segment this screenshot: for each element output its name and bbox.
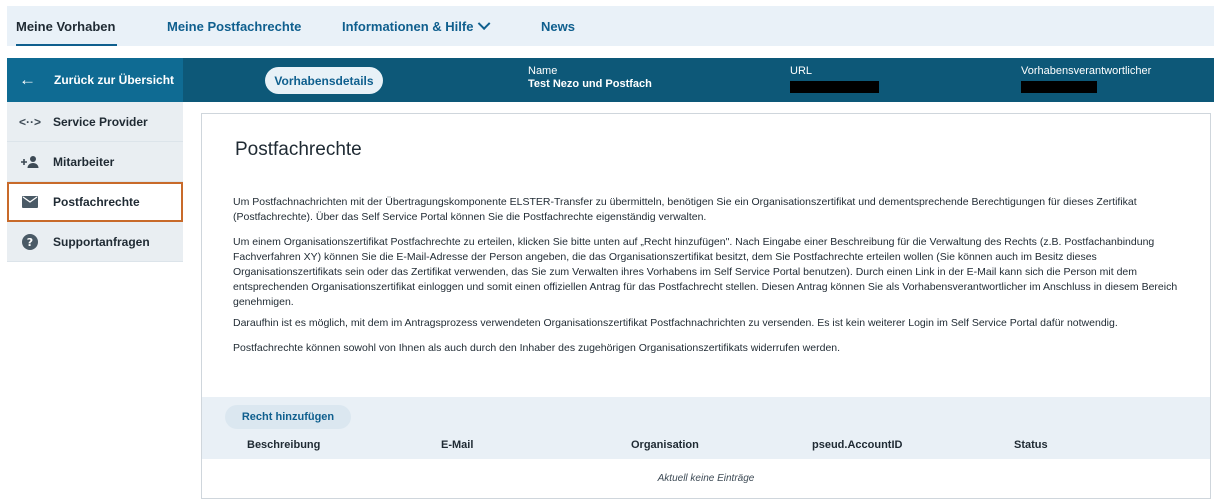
chevron-down-icon xyxy=(478,16,491,30)
responsible-label: Vorhabensverantwortlicher xyxy=(1021,65,1152,77)
tab-label: Meine Postfachrechte xyxy=(167,18,302,34)
revoke-paragraph: Postfachrechte können sowohl von Ihnen a… xyxy=(233,342,841,354)
main-card: Postfachrechte Um Postfachnachrichten mi… xyxy=(201,113,1211,499)
redacted-responsible xyxy=(1021,81,1097,93)
back-label: Zurück zur Übersicht xyxy=(54,73,175,87)
add-user-icon xyxy=(19,155,41,169)
tab-meine-vorhaben[interactable]: Meine Vorhaben xyxy=(16,6,118,46)
project-url: URL xyxy=(790,65,879,93)
instructions-paragraph: Um einem Organisationszertifikat Postfac… xyxy=(233,236,1178,308)
back-to-overview-button[interactable]: ← Zurück zur Übersicht xyxy=(7,58,183,102)
tab-meine-postfachrechte[interactable]: Meine Postfachrechte xyxy=(167,6,301,46)
name-label: Name xyxy=(528,65,558,77)
redacted-url xyxy=(790,81,879,93)
sidebar-item-supportanfragen[interactable]: ? Supportanfragen xyxy=(7,222,183,262)
sidebar-item-label: Mitarbeiter xyxy=(53,154,115,169)
column-header-email[interactable]: E-Mail xyxy=(441,439,473,451)
rights-table-header: Recht hinzufügen Beschreibung E-Mail Org… xyxy=(202,397,1210,459)
intro-paragraph: Um Postfachnachrichten mit der Übertragu… xyxy=(233,196,1137,223)
empty-table-message: Aktuell keine Einträge xyxy=(657,473,755,484)
column-header-status[interactable]: Status xyxy=(1014,439,1048,451)
arrow-left-icon: ← xyxy=(19,70,36,89)
tab-label: Informationen & Hilfe xyxy=(342,18,474,34)
followup-paragraph: Daraufhin ist es möglich, mit dem im Ant… xyxy=(233,317,1118,329)
sidebar-item-label: Service Provider xyxy=(53,114,148,129)
code-brackets-icon: <··> xyxy=(19,114,42,129)
tab-informationen-hilfe[interactable]: Informationen & Hilfe xyxy=(342,6,491,46)
project-details-button[interactable]: Vorhabensdetails xyxy=(265,67,383,94)
sidebar-item-service-provider[interactable]: <··> Service Provider xyxy=(7,102,183,142)
sidebar-item-mitarbeiter[interactable]: Mitarbeiter xyxy=(7,142,183,182)
tab-label: Meine Vorhaben xyxy=(16,18,116,34)
column-header-beschreibung[interactable]: Beschreibung xyxy=(247,439,320,451)
top-navigation: Meine Vorhaben Meine Postfachrechte Info… xyxy=(7,6,1214,46)
project-responsible: Vorhabensverantwortlicher xyxy=(1021,65,1151,93)
add-right-button[interactable]: Recht hinzufügen xyxy=(225,405,351,429)
project-header: ← Zurück zur Übersicht Vorhabensdetails … xyxy=(7,58,1214,102)
url-label: URL xyxy=(790,65,813,77)
help-icon: ? xyxy=(19,233,41,250)
column-header-organisation[interactable]: Organisation xyxy=(631,439,699,451)
tab-news[interactable]: News xyxy=(541,6,575,46)
envelope-icon xyxy=(19,196,41,208)
svg-text:?: ? xyxy=(27,236,33,249)
name-value: Test Nezo und Postfach xyxy=(528,78,652,90)
sidebar-item-label: Postfachrechte xyxy=(53,195,140,209)
sidebar-item-postfachrechte[interactable]: Postfachrechte xyxy=(7,182,183,222)
column-header-account-id[interactable]: pseud.AccountID xyxy=(812,439,902,451)
sidebar-item-label: Supportanfragen xyxy=(53,234,150,249)
tab-label: News xyxy=(541,18,575,34)
sidebar: <··> Service Provider Mitarbeiter Postfa… xyxy=(7,102,183,262)
project-name: Name Test Nezo und Postfach xyxy=(528,65,652,91)
page-title: Postfachrechte xyxy=(235,139,362,160)
